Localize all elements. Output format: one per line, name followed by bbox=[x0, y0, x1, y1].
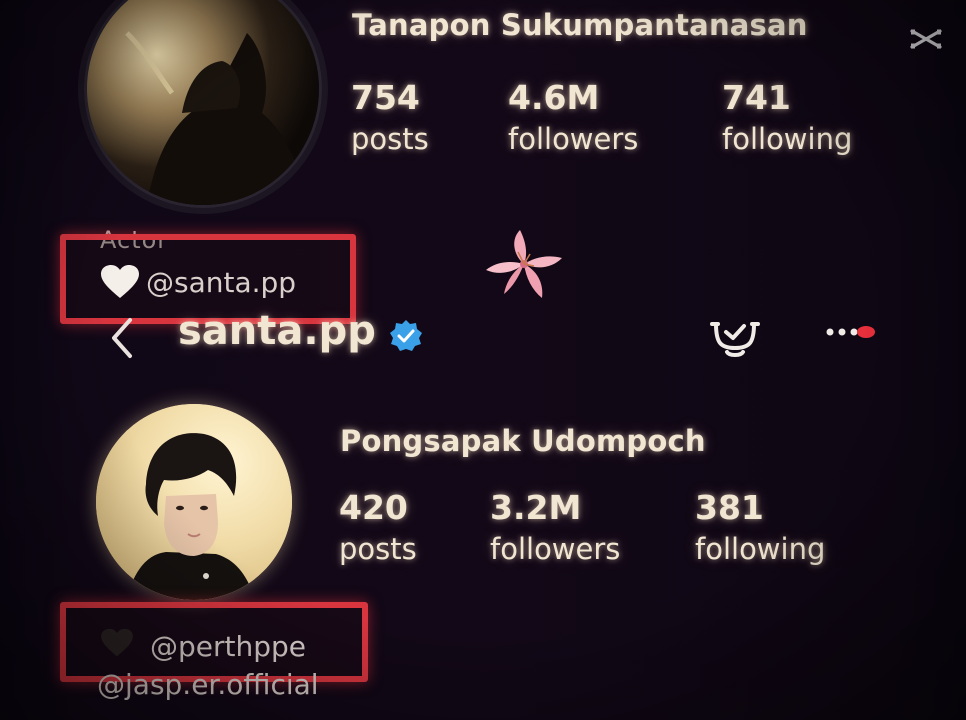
followers-label-top[interactable]: followers bbox=[508, 122, 638, 156]
more-dots-icon[interactable] bbox=[822, 318, 878, 346]
verified-badge-icon bbox=[390, 320, 422, 351]
followers-count-bottom[interactable]: 3.2M bbox=[490, 488, 581, 527]
following-label-top[interactable]: following bbox=[722, 122, 852, 156]
bio-link-handle[interactable]: @jasp.er.official bbox=[97, 668, 319, 701]
avatar-photo bbox=[87, 0, 319, 205]
profile-avatar-top[interactable] bbox=[84, 0, 322, 208]
followers-count-top[interactable]: 4.6M bbox=[508, 78, 599, 117]
bio-handle-bottom[interactable]: @perthppe bbox=[150, 630, 306, 663]
white-heart-icon bbox=[101, 265, 139, 298]
bio-handle-top[interactable]: @santa.pp bbox=[146, 266, 296, 299]
posts-label-bottom[interactable]: posts bbox=[339, 532, 417, 566]
following-count-top[interactable]: 741 bbox=[722, 78, 791, 117]
following-count-bottom[interactable]: 381 bbox=[695, 488, 764, 527]
posts-label-top[interactable]: posts bbox=[351, 122, 429, 156]
avatar-photo bbox=[96, 404, 292, 600]
profile-avatar-bottom[interactable] bbox=[96, 404, 292, 600]
back-chevron-icon[interactable] bbox=[104, 316, 144, 360]
followers-label-bottom[interactable]: followers bbox=[490, 532, 620, 566]
screen: Tanapon Sukumpantanasan 754 posts 4.6M f… bbox=[0, 0, 966, 720]
profile-name-bottom: Pongsapak Udompoch bbox=[340, 424, 706, 458]
capcut-logo-icon bbox=[910, 29, 942, 49]
following-label-bottom[interactable]: following bbox=[695, 532, 825, 566]
profile-name-top: Tanapon Sukumpantanasan bbox=[352, 8, 808, 42]
notification-dot bbox=[857, 326, 875, 338]
lily-flower-icon bbox=[486, 230, 562, 298]
posts-count-top[interactable]: 754 bbox=[351, 78, 420, 117]
bell-check-icon[interactable] bbox=[706, 312, 764, 360]
posts-count-bottom[interactable]: 420 bbox=[339, 488, 408, 527]
header-username: santa.pp bbox=[178, 308, 376, 354]
black-heart-icon bbox=[101, 628, 133, 657]
